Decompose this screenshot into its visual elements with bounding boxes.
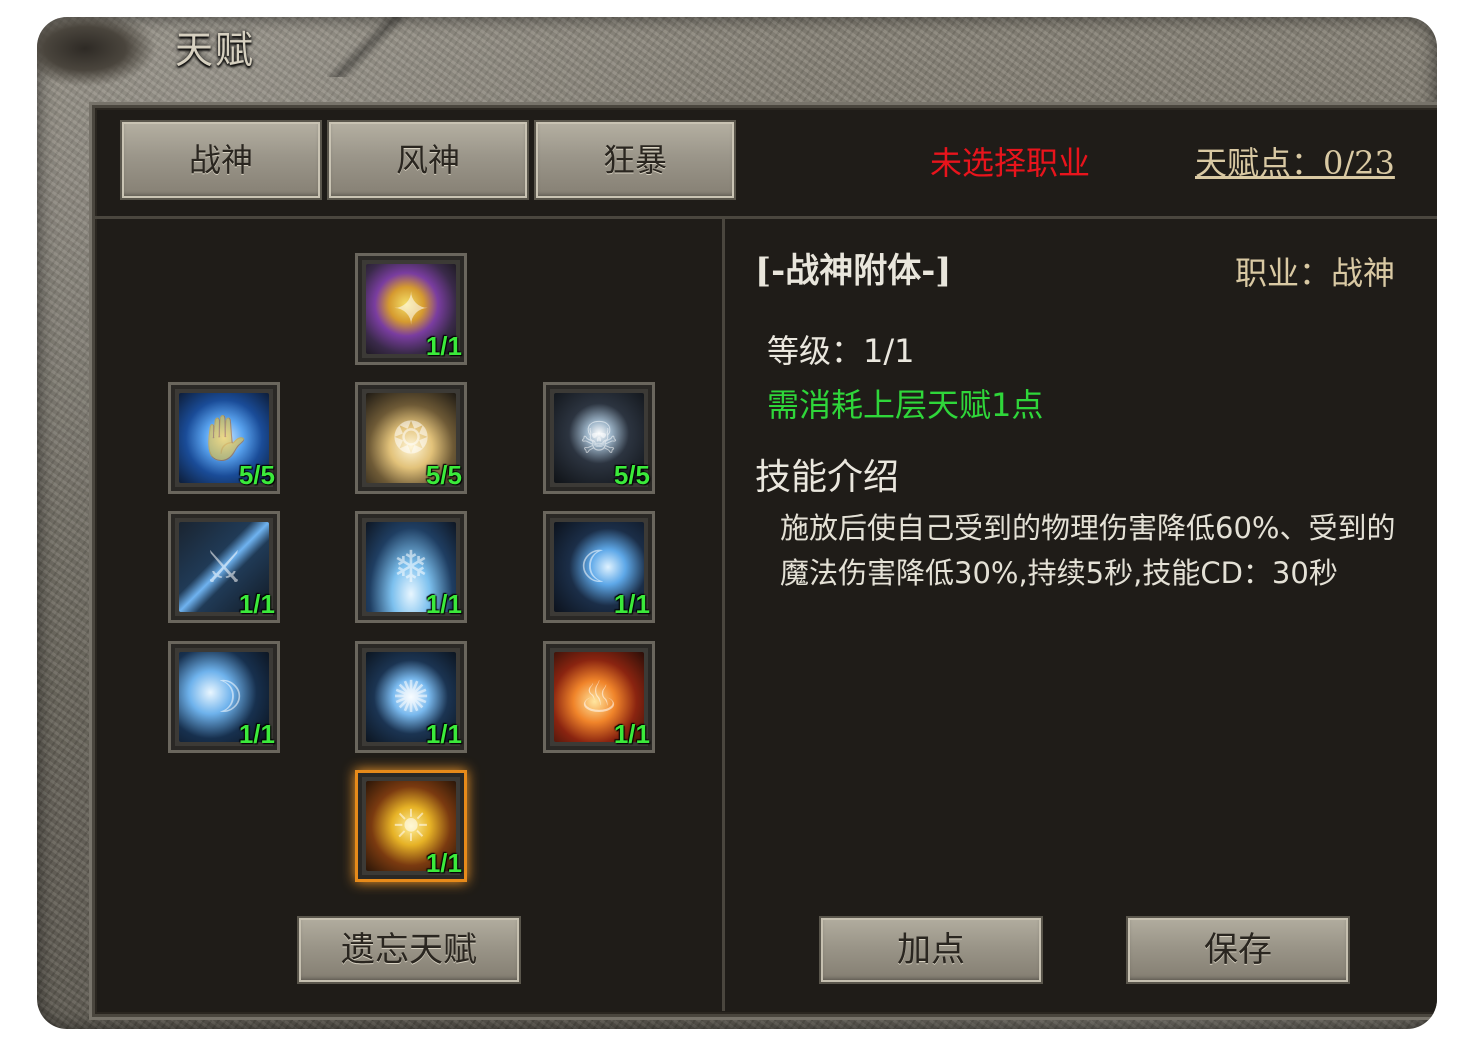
talent-slot-11[interactable]: ☀ 1/1 bbox=[355, 770, 467, 882]
talent-level: 1/1 bbox=[425, 331, 462, 361]
talent-slot-5[interactable]: ⚔ 1/1 bbox=[168, 511, 280, 623]
talent-slot-8[interactable]: ☽ 1/1 bbox=[168, 641, 280, 753]
talent-level: 1/1 bbox=[613, 719, 650, 749]
talent-slot-6[interactable]: ❄ 1/1 bbox=[355, 511, 467, 623]
talent-slot-3[interactable]: ❂ 5/5 bbox=[355, 382, 467, 494]
talent-points: 天赋点：0/23 bbox=[1195, 144, 1395, 182]
talent-slot-7[interactable]: ☾ 1/1 bbox=[543, 511, 655, 623]
tab-zhanshen[interactable]: 战神 bbox=[120, 120, 322, 200]
talent-slot-9[interactable]: ✺ 1/1 bbox=[355, 641, 467, 753]
skill-description: 施放后使自己受到的物理伤害降低60%、受到的魔法伤害降低30%,持续5秒,技能C… bbox=[780, 511, 1396, 590]
skill-class: 职业：战神 bbox=[1235, 254, 1396, 292]
talent-level: 5/5 bbox=[613, 460, 650, 490]
talent-slot-10[interactable]: ♨ 1/1 bbox=[543, 641, 655, 753]
talent-slot-4[interactable]: ☠ 5/5 bbox=[543, 382, 655, 494]
talent-level: 5/5 bbox=[238, 460, 275, 490]
talent-panel: 战神 风神 狂暴 未选择职业 天赋点：0/23 ✦ 1/1 ✋ 5/5 ❂ 5/… bbox=[92, 105, 1437, 1017]
corner-ornament-icon bbox=[37, 17, 157, 87]
talent-level: 5/5 bbox=[425, 460, 462, 490]
talent-level: 1/1 bbox=[425, 589, 462, 619]
talent-level: 1/1 bbox=[238, 589, 275, 619]
title-groove bbox=[327, 17, 407, 77]
talent-slot-1[interactable]: ✦ 1/1 bbox=[355, 253, 467, 365]
talent-window: 天赋 战神 风神 狂暴 未选择职业 天赋点：0/23 ✦ 1/1 ✋ 5/5 ❂… bbox=[37, 17, 1437, 1029]
tab-bar: 战神 风神 狂暴 未选择职业 天赋点：0/23 bbox=[95, 108, 1437, 219]
forget-talent-button[interactable]: 遗忘天赋 bbox=[297, 916, 521, 984]
talent-level: 1/1 bbox=[425, 848, 462, 878]
skill-requirement: 需消耗上层天赋1点 bbox=[767, 386, 1044, 424]
talent-level: 1/1 bbox=[425, 719, 462, 749]
tab-kuangbao[interactable]: 狂暴 bbox=[534, 120, 736, 200]
talent-level: 1/1 bbox=[238, 719, 275, 749]
talent-slot-2[interactable]: ✋ 5/5 bbox=[168, 382, 280, 494]
tab-fengshen[interactable]: 风神 bbox=[327, 120, 529, 200]
talent-level: 1/1 bbox=[613, 589, 650, 619]
panel-divider bbox=[722, 219, 725, 1011]
save-button[interactable]: 保存 bbox=[1126, 916, 1350, 984]
window-title: 天赋 bbox=[175, 28, 256, 72]
class-status: 未选择职业 bbox=[930, 144, 1091, 182]
skill-level: 等级：1/1 bbox=[767, 332, 915, 370]
skill-name: [-战神附体-] bbox=[755, 251, 952, 291]
add-point-button[interactable]: 加点 bbox=[819, 916, 1043, 984]
skill-intro-heading: 技能介绍 bbox=[755, 457, 900, 498]
